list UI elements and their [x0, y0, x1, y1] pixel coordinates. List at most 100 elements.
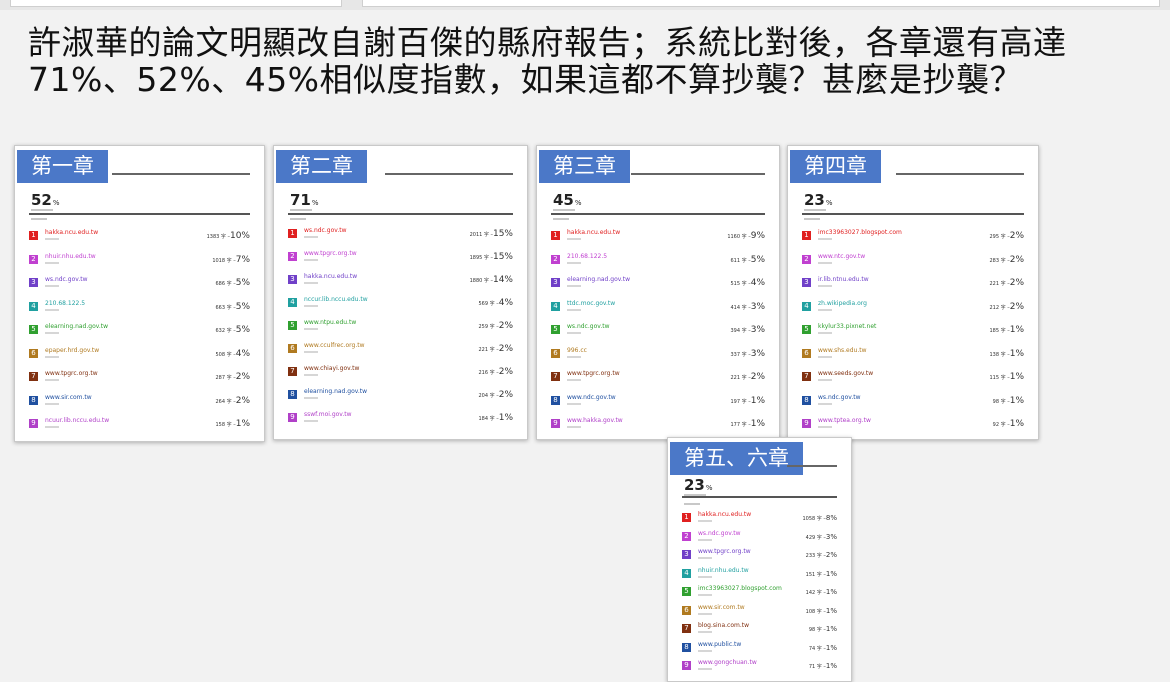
source-caption-mark [698, 668, 712, 670]
percent-sign: % [705, 484, 713, 492]
caption-mark [553, 218, 569, 220]
source-name: www.tptea.org.tw [818, 417, 871, 424]
report-card: 第三章 45% 1 hakka.ncu.edu.tw 1160 字 –9% 2 210.68… [536, 145, 780, 440]
caption-mark [31, 209, 53, 211]
source-row: 8 www.public.tw 74 字 –1% [682, 640, 837, 658]
match-count: 177 字 –1% [730, 419, 765, 429]
source-name: ws.ndc.gov.tw [304, 227, 347, 234]
match-percent: 1% [1009, 372, 1024, 382]
source-row: 4 nhuir.nhu.edu.tw 151 字 –1% [682, 566, 837, 584]
source-name: elearning.nad.gov.tw [304, 388, 368, 395]
source-caption-mark [567, 238, 581, 240]
source-rank-badge: 8 [682, 642, 691, 652]
source-name: hakka.ncu.edu.tw [698, 511, 752, 518]
source-row: 9 sswf.moi.gov.tw 184 字 –1% [288, 410, 513, 428]
word-count: 151 字 – [805, 571, 826, 578]
header-rule [787, 465, 837, 467]
word-count: 1160 字 – [727, 234, 751, 240]
source-row: 4 zh.wikipedia.org 212 字 –2% [802, 299, 1024, 317]
source-rank-badge: 6 [288, 344, 297, 353]
report-card: 第五、六章 23% 1 hakka.ncu.edu.tw 1058 字 –8% 2 ws.n… [667, 437, 852, 682]
source-rank-badge: 6 [29, 348, 38, 358]
similarity-index: 52% [31, 191, 60, 209]
caption-mark [684, 503, 700, 505]
word-count: 1018 字 – [212, 257, 236, 264]
source-name: nhuir.nhu.edu.tw [698, 566, 749, 574]
source-row: 1 ws.ndc.gov.tw 2011 字 –15% [288, 226, 513, 244]
source-rank-badge: 2 [802, 254, 811, 264]
source-caption-mark [698, 575, 712, 578]
word-count: 92 字 – [992, 422, 1010, 428]
source-row: 8 www.sir.com.tw 264 字 –2% [29, 393, 250, 411]
match-count: 429 字 –3% [806, 532, 837, 542]
source-name: ws.ndc.gov.tw [45, 276, 88, 283]
source-caption-mark [45, 355, 59, 358]
word-count: 197 字 – [730, 398, 751, 405]
match-percent: 3% [825, 532, 837, 541]
word-count: 221 字 – [730, 375, 751, 381]
match-percent: 5% [750, 254, 765, 265]
source-row: 2 ws.ndc.gov.tw 429 字 –3% [682, 529, 837, 547]
word-count: 158 字 – [215, 422, 236, 428]
match-percent: 1% [825, 588, 837, 596]
match-percent: 4% [235, 348, 250, 359]
source-row: 7 www.chiayi.gov.tw 216 字 –2% [288, 364, 513, 382]
match-count: 611 字 –5% [730, 255, 765, 265]
caption-mark [553, 209, 575, 211]
source-caption-mark [818, 308, 832, 311]
word-count: 686 字 – [215, 281, 236, 287]
source-rank-badge: 2 [288, 252, 297, 261]
source-name: imc33963027.blogspot.com [698, 585, 782, 592]
chapter-label: 第五、六章 [670, 442, 803, 475]
source-name: www.seeds.gov.tw [818, 370, 874, 377]
source-row: 7 www.seeds.gov.tw 115 字 –1% [802, 369, 1024, 387]
source-row: 5 ws.ndc.gov.tw 394 字 –3% [551, 322, 765, 340]
match-count: 158 字 –1% [215, 419, 250, 429]
caption-mark [804, 218, 820, 220]
source-caption-mark [567, 261, 581, 264]
source-rank-badge: 3 [29, 278, 38, 287]
match-percent: 1% [750, 395, 765, 406]
source-name: www.chiayi.gov.tw [304, 365, 360, 372]
source-caption-mark [818, 238, 832, 240]
source-rank-badge: 9 [29, 419, 38, 428]
source-name: imc33963027.blogspot.com [818, 229, 902, 236]
source-caption-mark [698, 612, 712, 615]
caption-mark [290, 218, 306, 220]
source-rank-badge: 4 [29, 301, 38, 311]
source-row: 6 www.cculfrec.org.tw 221 字 –2% [288, 341, 513, 359]
source-rank-badge: 3 [288, 275, 297, 284]
match-percent: 2% [1009, 278, 1024, 288]
source-rank-badge: 8 [802, 395, 811, 405]
word-count: 108 字 – [805, 608, 826, 615]
similarity-index: 71% [290, 191, 319, 209]
source-name: ws.ndc.gov.tw [567, 323, 610, 330]
source-name: www.ndc.gov.tw [567, 393, 616, 401]
word-count: 221 字 – [989, 281, 1010, 287]
similarity-index: 45% [553, 191, 582, 209]
match-count: 1895 字 –15% [470, 252, 513, 262]
source-rank-badge: 3 [551, 278, 560, 287]
word-count: 414 字 – [730, 304, 751, 311]
match-percent: 1% [1009, 325, 1024, 335]
source-row: 9 www.tptea.org.tw 92 字 –1% [802, 416, 1024, 434]
similarity-value: 71 [290, 191, 311, 209]
source-rank-badge: 7 [29, 372, 38, 381]
source-name: www.tpgrc.org.tw [567, 370, 620, 377]
match-percent: 3% [750, 301, 765, 312]
source-name: blog.sina.com.tw [698, 622, 750, 629]
word-count: 98 字 – [992, 398, 1010, 405]
source-caption-mark [698, 557, 712, 559]
match-percent: 15% [492, 229, 513, 239]
source-rank-badge: 1 [682, 513, 691, 522]
source-caption-mark [567, 332, 581, 334]
source-row: 4 ttdc.moc.gov.tw 414 字 –3% [551, 299, 765, 317]
source-rank-badge: 1 [29, 231, 38, 240]
word-count: 1895 字 – [469, 255, 493, 261]
match-percent: 3% [750, 325, 765, 335]
source-caption-mark [304, 351, 318, 353]
word-count: 221 字 – [478, 347, 499, 353]
percent-sign: % [574, 199, 582, 207]
source-caption-mark [818, 285, 832, 287]
match-percent: 4% [750, 278, 765, 288]
